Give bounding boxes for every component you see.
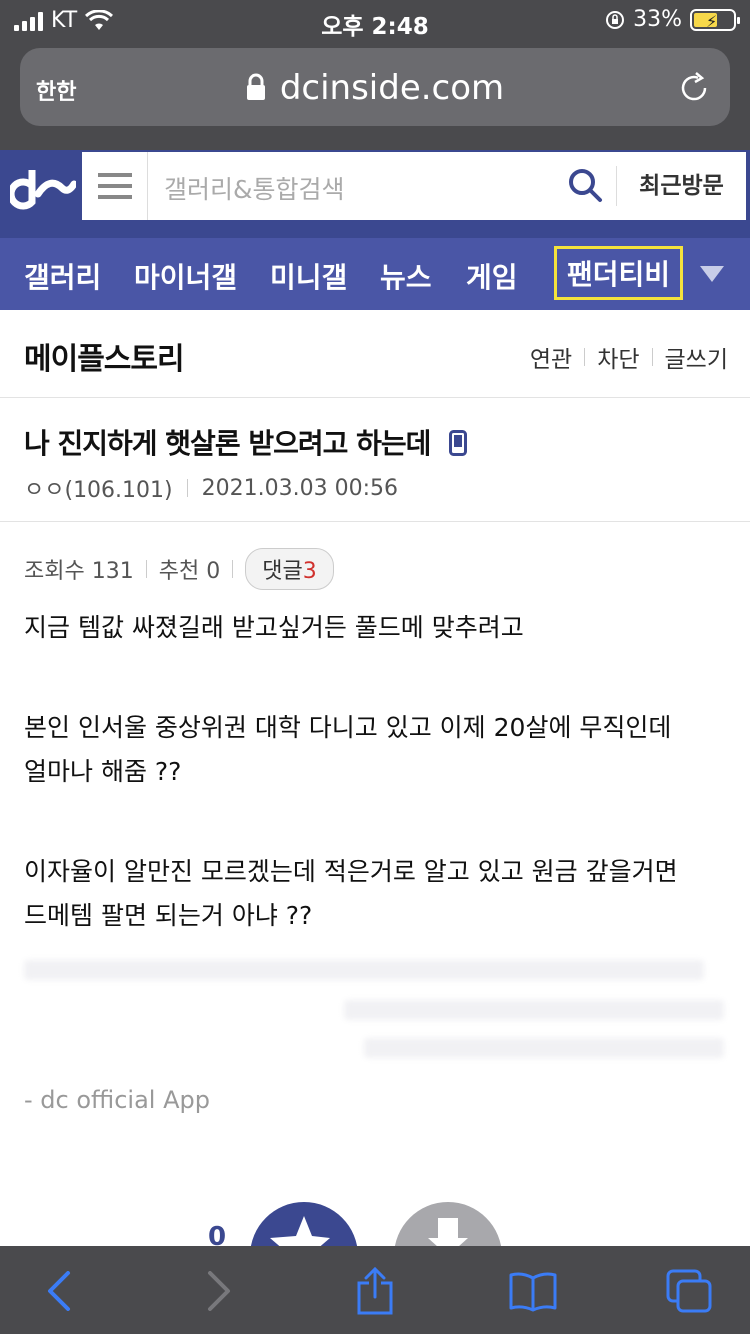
- status-bar: KT 오후 2:48 33% ⚡: [0, 0, 750, 40]
- url-bar[interactable]: 한한 dcinside.com: [20, 48, 730, 126]
- nav-item-mini-gallery[interactable]: 미니갤: [270, 256, 347, 296]
- post-body-line: 얼마나 해줌 ??: [24, 757, 182, 786]
- recent-visits-button[interactable]: 최근방문: [616, 166, 746, 206]
- chevron-right-icon: [208, 1271, 230, 1311]
- gallery-title[interactable]: 메이플스토리: [24, 334, 185, 378]
- comment-label: 댓글: [262, 559, 303, 584]
- post-title: 나 진지하게 햇살론 받으려고 하는데: [24, 422, 468, 462]
- gallery-actions: 연관 차단 글쓰기: [530, 340, 728, 374]
- nav-item-news[interactable]: 뉴스: [380, 256, 432, 296]
- divider: [651, 348, 653, 366]
- recommend-count: 추천 0: [158, 559, 221, 584]
- post-date: 2021.03.03 00:56: [201, 475, 398, 501]
- url-domain: dcinside.com: [279, 68, 505, 108]
- share-icon: [357, 1267, 393, 1315]
- chevron-left-icon: [48, 1271, 70, 1311]
- site-header: 갤러리&통합검색 최근방문: [0, 150, 750, 238]
- post-author[interactable]: ㅇㅇ(106.101): [24, 472, 173, 504]
- related-link[interactable]: 연관: [530, 340, 572, 374]
- divider: [186, 479, 188, 497]
- url-display[interactable]: dcinside.com: [20, 68, 730, 108]
- bookmarks-button[interactable]: [508, 1266, 558, 1316]
- dcinside-logo[interactable]: [10, 166, 76, 212]
- lock-icon: [246, 73, 265, 100]
- browser-toolbar: [0, 1246, 750, 1334]
- write-link[interactable]: 글쓰기: [665, 340, 728, 374]
- post-body: 지금 템값 싸졌길래 받고싶거든 풀드메 맞추려고 본인 인서울 중상위권 대학…: [24, 606, 724, 938]
- rotation-lock-icon: [606, 10, 625, 29]
- battery-icon: ⚡: [690, 8, 740, 31]
- block-link[interactable]: 차단: [597, 340, 639, 374]
- status-right: 33% ⚡: [605, 7, 740, 32]
- share-button[interactable]: [350, 1266, 400, 1316]
- nav-item-game[interactable]: 게임: [466, 256, 518, 296]
- post-signature: - dc official App: [24, 1086, 210, 1114]
- tabs-icon: [666, 1269, 712, 1313]
- back-button[interactable]: [34, 1266, 84, 1316]
- gallery-bar: 메이플스토리 연관 차단 글쓰기: [0, 310, 750, 398]
- post-header: 나 진지하게 햇살론 받으려고 하는데 ㅇㅇ(106.101) 2021.03.…: [0, 398, 750, 522]
- search-box: 갤러리&통합검색 최근방문: [80, 150, 748, 222]
- comment-count: 3: [302, 559, 317, 584]
- blurred-content: [24, 950, 724, 1060]
- divider: [232, 560, 234, 578]
- battery-percent: 33%: [633, 7, 682, 32]
- post-meta: ㅇㅇ(106.101) 2021.03.03 00:56: [24, 472, 398, 504]
- nav-item-minor-gallery[interactable]: 마이너갤: [134, 256, 237, 296]
- search-input[interactable]: 갤러리&통합검색: [164, 170, 345, 206]
- post-stats: 조회수 131 추천 0 댓글3: [24, 548, 334, 590]
- post-body-line: 이자율이 알만진 모르겠는데 적은거로 알고 있고 원금 갚을거면: [24, 857, 678, 886]
- divider: [145, 560, 147, 578]
- book-icon: [509, 1272, 557, 1312]
- post-body-line: 본인 인서울 중상위권 대학 다니고 있고 이제 20살에 무직인데: [24, 713, 672, 742]
- view-count: 조회수 131: [24, 559, 134, 584]
- main-nav: 갤러리 마이너갤 미니갤 뉴스 게임 팬더티비: [0, 238, 750, 310]
- reload-icon[interactable]: [678, 72, 710, 104]
- nav-item-gallery[interactable]: 갤러리: [24, 256, 101, 296]
- nav-expand-icon[interactable]: [700, 266, 724, 282]
- comment-button[interactable]: 댓글3: [245, 548, 334, 590]
- search-icon[interactable]: [566, 166, 604, 204]
- menu-icon[interactable]: [82, 152, 148, 220]
- post-title-text: 나 진지하게 햇살론 받으려고 하는데: [24, 427, 431, 460]
- post-body-line: 드메템 팔면 되는거 아냐 ??: [24, 901, 313, 930]
- mobile-icon: [449, 430, 468, 456]
- forward-button[interactable]: [194, 1266, 244, 1316]
- post-body-line: 지금 템값 싸졌길래 받고싶거든 풀드메 맞추려고: [24, 613, 524, 642]
- tabs-button[interactable]: [664, 1266, 714, 1316]
- nav-item-pandatv[interactable]: 팬더티비: [554, 246, 684, 300]
- browser-top-chrome: KT 오후 2:48 33% ⚡ 한한 dcinside.com: [0, 0, 750, 150]
- divider: [584, 348, 586, 366]
